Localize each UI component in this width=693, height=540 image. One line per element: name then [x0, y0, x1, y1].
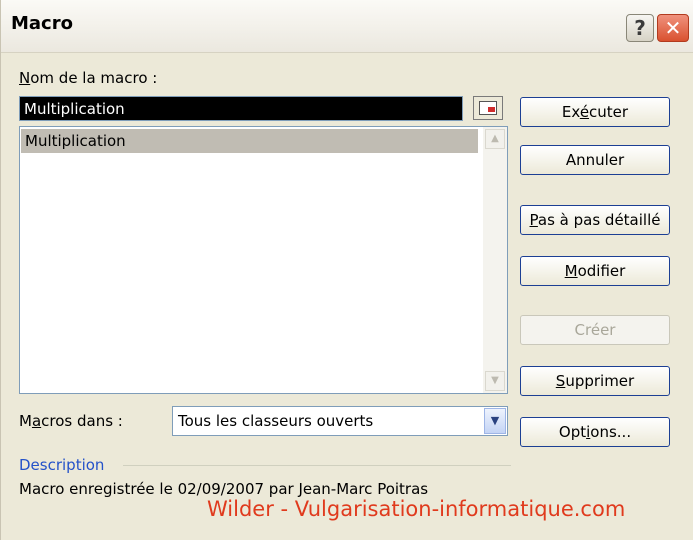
chevron-down-icon[interactable]: ▼ — [484, 408, 506, 434]
dialog-title: Macro — [11, 13, 73, 34]
run-label-pre: Ex — [561, 103, 580, 121]
step-label-accel: P — [529, 211, 538, 229]
cancel-button[interactable]: Annuler — [520, 145, 670, 175]
help-icon: ? — [634, 16, 646, 40]
step-into-button[interactable]: Pas à pas détaillé — [520, 205, 670, 235]
help-button[interactable]: ? — [626, 14, 654, 42]
macro-name-label: Nom de la macro : — [19, 69, 157, 87]
collapse-dialog-button[interactable] — [473, 96, 503, 120]
list-item[interactable]: Multiplication — [21, 129, 478, 153]
macro-list[interactable]: Multiplication ▲ ▼ — [19, 126, 508, 394]
range-select-icon — [479, 101, 497, 115]
run-button[interactable]: Exécuter — [520, 97, 670, 127]
edit-label-rest: odifier — [577, 262, 626, 280]
step-label-rest: as à pas détaillé — [537, 211, 661, 229]
close-button[interactable]: ✕ — [657, 14, 689, 42]
run-label-accel: é — [579, 103, 590, 121]
delete-label-rest: upprimer — [565, 372, 635, 390]
macro-dialog: Macro ? ✕ Nom de la macro : Multiplicati… — [0, 0, 693, 540]
edit-label-accel: M — [564, 262, 578, 280]
close-icon: ✕ — [664, 16, 682, 40]
title-bar[interactable]: Macro ? ✕ — [1, 0, 693, 53]
macros-in-label-accel: a — [31, 412, 42, 430]
macro-name-input[interactable]: Multiplication — [19, 96, 463, 121]
options-label-pre: Opt — [558, 423, 587, 441]
scroll-up-icon[interactable]: ▲ — [485, 129, 505, 149]
delete-label-accel: S — [555, 372, 566, 390]
run-label-post: cuter — [589, 103, 629, 121]
macros-in-value: Tous les classeurs ouverts — [178, 412, 374, 430]
macro-name-label-accel: N — [19, 69, 31, 87]
macros-in-select[interactable]: Tous les classeurs ouverts ▼ — [172, 406, 508, 436]
create-button[interactable]: Créer — [520, 315, 670, 345]
cancel-label: Annuler — [565, 151, 625, 169]
description-text: Macro enregistrée le 02/09/2007 par Jean… — [19, 480, 429, 498]
options-button[interactable]: Options... — [520, 417, 670, 447]
macros-in-label: Macros dans : — [19, 412, 123, 430]
macros-in-label-post: cros dans : — [41, 412, 123, 430]
options-label-post: ons... — [590, 423, 632, 441]
description-heading: Description — [19, 456, 105, 474]
scroll-down-icon[interactable]: ▼ — [485, 371, 505, 391]
create-label: Créer — [574, 321, 616, 339]
macro-name-label-text: om de la macro : — [30, 69, 158, 87]
description-divider — [123, 465, 511, 466]
macro-list-scrollbar[interactable]: ▲ ▼ — [483, 127, 507, 393]
watermark-text: Wilder - Vulgarisation-informatique.com — [207, 497, 626, 521]
delete-button[interactable]: Supprimer — [520, 366, 670, 396]
edit-button[interactable]: Modifier — [520, 256, 670, 286]
macros-in-label-pre: M — [19, 412, 32, 430]
